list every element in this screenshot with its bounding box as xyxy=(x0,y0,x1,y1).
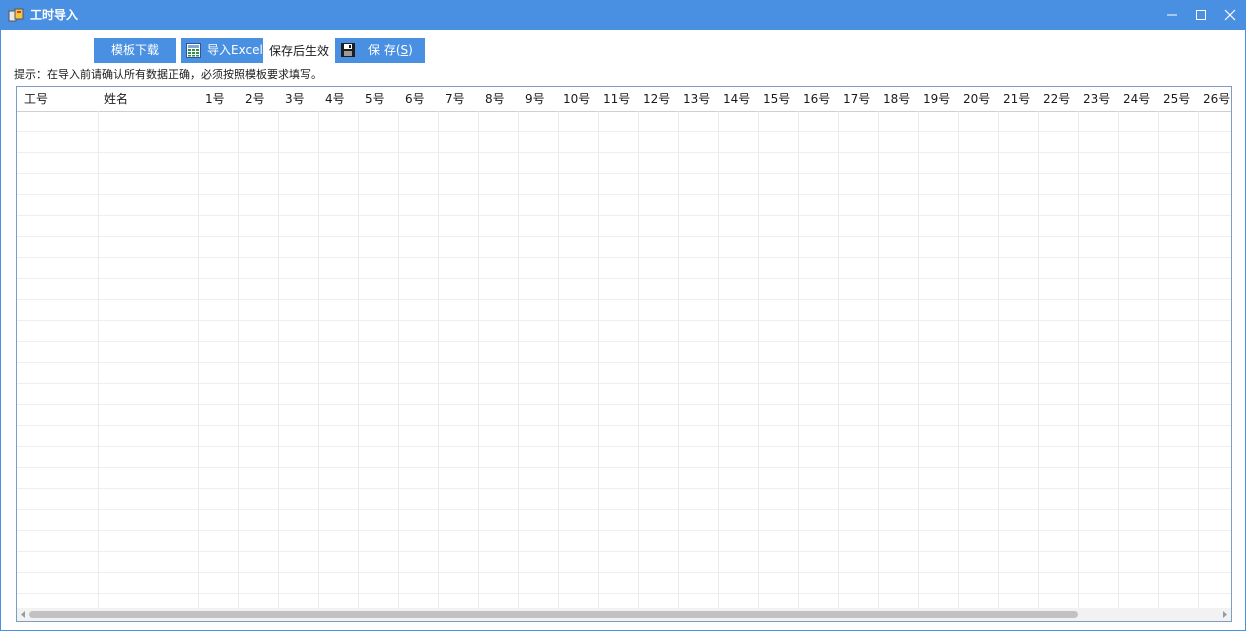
column-header[interactable]: 2号 xyxy=(245,87,277,111)
column-header[interactable]: 17号 xyxy=(843,87,877,111)
import-excel-label: 导入Excel xyxy=(207,43,263,57)
column-divider xyxy=(958,111,959,608)
floppy-disk-icon xyxy=(341,43,355,57)
scroll-right-icon[interactable] xyxy=(1220,610,1229,619)
column-header[interactable]: 22号 xyxy=(1043,87,1077,111)
column-header[interactable]: 7号 xyxy=(445,87,477,111)
column-divider xyxy=(238,111,239,608)
column-header[interactable]: 23号 xyxy=(1083,87,1117,111)
column-divider xyxy=(878,111,879,608)
save-label-end: ) xyxy=(408,43,413,57)
column-divider xyxy=(98,111,99,608)
column-header[interactable]: 11号 xyxy=(603,87,637,111)
column-header[interactable]: 24号 xyxy=(1123,87,1157,111)
column-header[interactable]: 9号 xyxy=(525,87,557,111)
column-divider xyxy=(1078,111,1079,608)
column-divider xyxy=(638,111,639,608)
window-title: 工时导入 xyxy=(30,8,79,22)
column-divider xyxy=(198,111,199,608)
column-header[interactable]: 20号 xyxy=(963,87,997,111)
column-divider xyxy=(558,111,559,608)
column-divider xyxy=(1158,111,1159,608)
column-header[interactable]: 21号 xyxy=(1003,87,1037,111)
timesheet-grid[interactable]: 工号 姓名 1号 2号 3号 4号 5号 6号 7号 8号 9号 10号 11号 12号 13号 14号 15号… xyxy=(16,86,1232,622)
column-divider xyxy=(318,111,319,608)
template-download-button[interactable]: 模板下载 xyxy=(94,38,176,63)
column-divider xyxy=(278,111,279,608)
column-header[interactable]: 14号 xyxy=(723,87,757,111)
column-divider xyxy=(838,111,839,608)
grid-header-row: 工号 姓名 1号 2号 3号 4号 5号 6号 7号 8号 9号 10号 11号 12号 13号 14号 15号… xyxy=(17,87,1231,112)
column-header[interactable]: 15号 xyxy=(763,87,797,111)
column-header[interactable]: 姓名 xyxy=(104,87,197,111)
title-bar: 工时导入 xyxy=(0,0,1246,30)
column-header[interactable]: 5号 xyxy=(365,87,397,111)
column-header[interactable]: 16号 xyxy=(803,87,837,111)
save-note: 保存后生效 xyxy=(269,44,330,58)
column-divider xyxy=(1118,111,1119,608)
column-divider xyxy=(478,111,479,608)
column-header[interactable]: 工号 xyxy=(24,87,97,111)
excel-import-icon xyxy=(186,43,201,58)
column-header[interactable]: 6号 xyxy=(405,87,437,111)
column-header[interactable]: 10号 xyxy=(563,87,597,111)
column-divider xyxy=(438,111,439,608)
column-divider xyxy=(918,111,919,608)
column-divider xyxy=(518,111,519,608)
scroll-left-icon[interactable] xyxy=(19,610,28,619)
horizontal-scrollbar[interactable] xyxy=(17,608,1231,621)
grid-body[interactable] xyxy=(17,111,1231,608)
column-header[interactable]: 4号 xyxy=(325,87,357,111)
column-divider xyxy=(398,111,399,608)
column-header[interactable]: 3号 xyxy=(285,87,317,111)
save-accelerator-key: S xyxy=(400,43,409,57)
minimize-button[interactable] xyxy=(1156,0,1188,30)
minimize-icon xyxy=(1167,14,1177,16)
maximize-button[interactable] xyxy=(1185,0,1217,30)
column-divider xyxy=(998,111,999,608)
column-divider xyxy=(678,111,679,608)
import-hint: 提示：在导入前请确认所有数据正确，必须按照模板要求填写。 xyxy=(14,68,322,81)
template-download-label: 模板下载 xyxy=(110,43,159,57)
close-button[interactable] xyxy=(1214,0,1246,30)
column-divider xyxy=(718,111,719,608)
column-header[interactable]: 12号 xyxy=(643,87,677,111)
save-button[interactable]: 保 存(S) xyxy=(335,38,425,63)
column-divider xyxy=(758,111,759,608)
column-divider xyxy=(798,111,799,608)
close-icon xyxy=(1224,9,1236,21)
import-excel-button[interactable]: 导入Excel xyxy=(181,38,263,63)
column-divider xyxy=(1038,111,1039,608)
column-divider xyxy=(358,111,359,608)
save-label: 保 存( xyxy=(368,43,401,57)
column-header[interactable]: 8号 xyxy=(485,87,517,111)
column-header[interactable]: 13号 xyxy=(683,87,717,111)
column-divider xyxy=(598,111,599,608)
column-header[interactable]: 25号 xyxy=(1163,87,1197,111)
client-area: 模板下载 导入Excel 保存后生效 保 存(S) 提示：在导入前请确认所有数据… xyxy=(1,30,1245,630)
column-header[interactable]: 19号 xyxy=(923,87,957,111)
column-header[interactable]: 18号 xyxy=(883,87,917,111)
column-divider xyxy=(1198,111,1199,608)
app-icon xyxy=(8,8,24,22)
column-header[interactable]: 1号 xyxy=(205,87,237,111)
scroll-thumb[interactable] xyxy=(29,611,1078,618)
maximize-icon xyxy=(1196,10,1206,20)
column-header[interactable]: 26号 xyxy=(1203,87,1231,111)
